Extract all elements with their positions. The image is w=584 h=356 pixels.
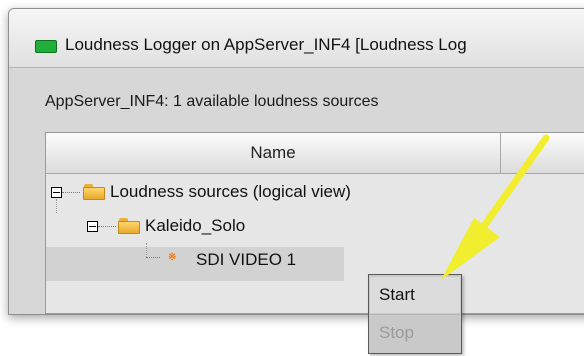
annotation-arrow-icon	[441, 134, 550, 280]
